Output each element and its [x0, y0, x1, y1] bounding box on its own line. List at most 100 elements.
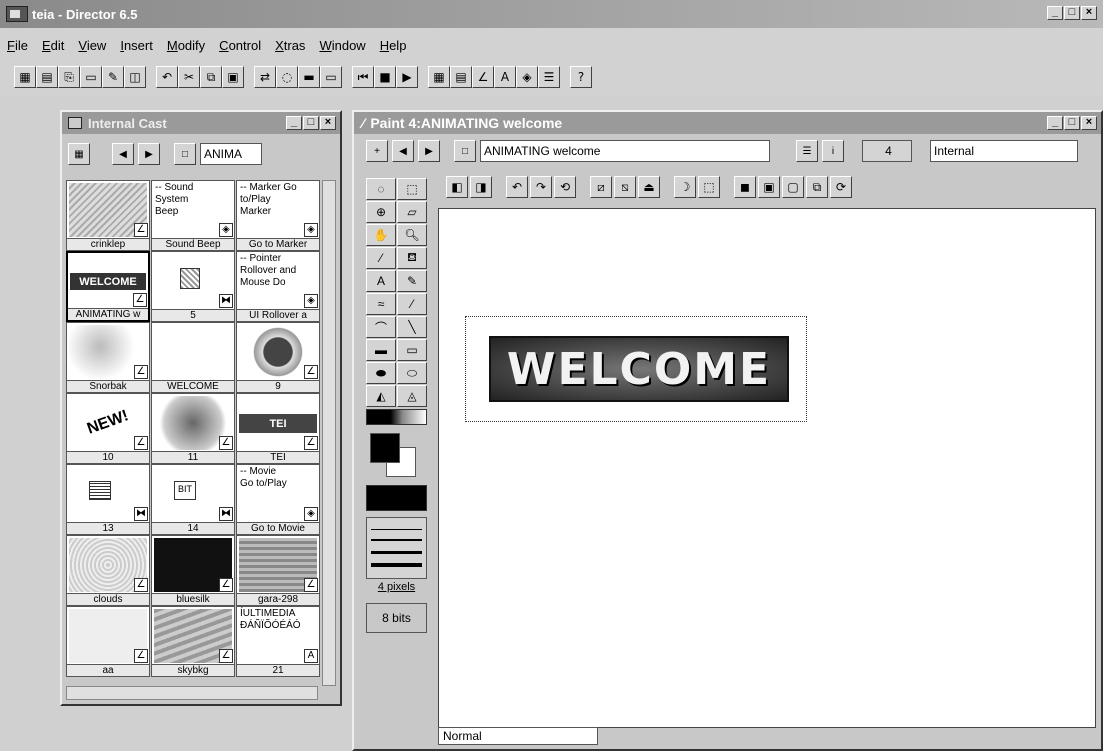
arc-icon[interactable]: ⌒ [366, 316, 396, 338]
menu-window[interactable]: Window [312, 36, 372, 56]
pencil-icon[interactable]: ✎ [397, 270, 427, 292]
paint-canvas[interactable]: WELCOME [438, 208, 1096, 728]
help-pointer-icon[interactable]: ? [570, 66, 592, 88]
next-member-button[interactable]: ▶ [138, 143, 160, 165]
eraser-icon[interactable]: ▱ [397, 201, 427, 223]
paint-window-icon[interactable]: ∠ [472, 66, 494, 88]
flip-horizontal-icon[interactable]: ◧ [446, 176, 468, 198]
cast-member[interactable]: ⧓ 13 [66, 464, 150, 535]
message-window-icon[interactable]: ☰ [538, 66, 560, 88]
cast-member[interactable]: ∠ skybkg [151, 606, 235, 677]
cast-maximize-button[interactable]: □ [303, 116, 319, 130]
cast-member[interactable]: ∠ clouds [66, 535, 150, 606]
cast-member[interactable]: -- Marker Go to/Play Marker ◈ Go to Marker [236, 180, 320, 251]
hand-icon[interactable]: ✋ [366, 224, 396, 246]
exchange-cast-icon[interactable]: ⇄ [254, 66, 276, 88]
free-rotate-icon[interactable]: ⟲ [554, 176, 576, 198]
maximize-button[interactable]: □ [1064, 6, 1080, 20]
cast-member-name-field[interactable]: ANIMA [200, 143, 262, 165]
cast-member[interactable]: ∠ 9 [236, 322, 320, 393]
ink-select[interactable]: Normal [438, 727, 598, 745]
line-icon[interactable]: ╲ [397, 316, 427, 338]
drag-member-icon[interactable]: □ [454, 140, 476, 162]
trace-edges-icon[interactable]: ⬚ [698, 176, 720, 198]
paint-minimize-button[interactable]: _ [1047, 116, 1063, 130]
open-icon[interactable]: ⎘ [58, 66, 80, 88]
menu-modify[interactable]: Modify [160, 36, 212, 56]
script-button[interactable]: ☰ [796, 140, 818, 162]
previous-member-button[interactable]: ◀ [112, 143, 134, 165]
cast-member[interactable]: BIT ⧓ 14 [151, 464, 235, 535]
undo-icon[interactable]: ↶ [156, 66, 178, 88]
pattern-selector[interactable] [366, 485, 427, 511]
script-window-icon[interactable]: ◈ [516, 66, 538, 88]
menu-insert[interactable]: Insert [113, 36, 160, 56]
cut-icon[interactable]: ✂ [178, 66, 200, 88]
registration-point-icon[interactable]: ⊕ [366, 201, 396, 223]
marquee-icon[interactable]: ⬚ [397, 178, 427, 200]
cast-member[interactable]: -- Sound System Beep ◈ Sound Beep [151, 180, 235, 251]
air-brush-icon[interactable]: ≈ [366, 293, 396, 315]
cast-member[interactable]: TEI ∠ TEI [236, 393, 320, 464]
color-chips[interactable] [366, 429, 427, 481]
next-member-button[interactable]: ▶ [418, 140, 440, 162]
menu-help[interactable]: Help [373, 36, 414, 56]
cast-member[interactable]: WELCOME ∠ ANIMATING w [66, 251, 150, 322]
stage-icon[interactable]: ▦ [428, 66, 450, 88]
cast-member[interactable]: WELCOME [151, 322, 235, 393]
cast-close-button[interactable]: × [320, 116, 336, 130]
paint-close-button[interactable]: × [1081, 116, 1097, 130]
rotate-left-icon[interactable]: ↶ [506, 176, 528, 198]
menu-xtras[interactable]: Xtras [268, 36, 312, 56]
new-movie-icon[interactable]: ▦ [14, 66, 36, 88]
skew-icon[interactable]: ⧄ [590, 176, 612, 198]
close-button[interactable]: × [1081, 6, 1097, 20]
timeline-icon[interactable]: ▭ [320, 66, 342, 88]
invert-icon[interactable]: ◼ [734, 176, 756, 198]
cast-horizontal-scrollbar[interactable] [66, 686, 318, 700]
zoom-icon[interactable]: 🔍︎ [397, 224, 427, 246]
color-depth[interactable]: 8 bits [366, 603, 427, 633]
rotate-right-icon[interactable]: ↷ [530, 176, 552, 198]
cast-member[interactable]: ∠ bluesilk [151, 535, 235, 606]
cast-member[interactable]: -- Movie Go to/Play ◈ Go to Movie [236, 464, 320, 535]
cast-member[interactable]: ∠ gara-298 [236, 535, 320, 606]
cast-properties-icon[interactable]: ◌ [276, 66, 298, 88]
perspective-icon[interactable]: ⏏ [638, 176, 660, 198]
smooth-icon[interactable]: ☽ [674, 176, 696, 198]
menu-view[interactable]: View [71, 36, 113, 56]
fill-icon[interactable]: ⧉ [806, 176, 828, 198]
cast-member[interactable]: ∠ 11 [151, 393, 235, 464]
new-cast-icon[interactable]: ▤ [36, 66, 58, 88]
stop-icon[interactable]: ■ [374, 66, 396, 88]
rewind-icon[interactable]: ⏮ [352, 66, 374, 88]
text-tool-icon[interactable]: A [366, 270, 396, 292]
darken-icon[interactable]: ▢ [782, 176, 804, 198]
paint-member-name-field[interactable]: ANIMATING welcome [480, 140, 770, 162]
previous-member-button[interactable]: ◀ [392, 140, 414, 162]
ellipse-icon[interactable]: ⬭ [397, 362, 427, 384]
cast-member[interactable]: ÍULTIMEDIA ÐÁÑÏÕÓÉÁÓ A 21 [236, 606, 320, 677]
lasso-icon[interactable]: ◌ [366, 178, 396, 200]
save-and-compact-icon[interactable]: ◫ [124, 66, 146, 88]
copy-icon[interactable]: ⧉ [200, 66, 222, 88]
cast-window-icon[interactable]: ▤ [450, 66, 472, 88]
filled-polygon-icon[interactable]: ◭ [366, 385, 396, 407]
flip-vertical-icon[interactable]: ◨ [470, 176, 492, 198]
paint-maximize-button[interactable]: □ [1064, 116, 1080, 130]
score-icon[interactable]: ▬ [298, 66, 320, 88]
switch-colors-icon[interactable]: ⟳ [830, 176, 852, 198]
cast-member[interactable]: ∠ Snorbak [66, 322, 150, 393]
cast-member[interactable]: NEW! ∠ 10 [66, 393, 150, 464]
cast-member[interactable]: ⧓ 5 [151, 251, 235, 322]
info-icon[interactable]: i [822, 140, 844, 162]
lighten-icon[interactable]: ▣ [758, 176, 780, 198]
text-window-icon[interactable]: A [494, 66, 516, 88]
cast-member[interactable]: ∠ crinklep [66, 180, 150, 251]
cast-minimize-button[interactable]: _ [286, 116, 302, 130]
cast-member[interactable]: ∠ aa [66, 606, 150, 677]
menu-control[interactable]: Control [212, 36, 268, 56]
paste-icon[interactable]: ▣ [222, 66, 244, 88]
minimize-button[interactable]: _ [1047, 6, 1063, 20]
cast-vertical-scrollbar[interactable] [322, 180, 336, 686]
